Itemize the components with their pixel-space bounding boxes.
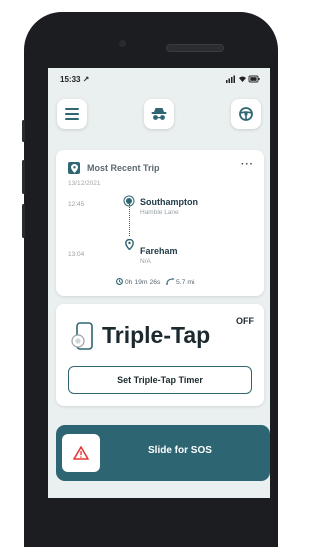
app-screen: 15:33 ↗ Most Recent Trip ··· 13/12/2021 … bbox=[48, 68, 270, 498]
distance-icon bbox=[166, 278, 174, 285]
status-icons bbox=[226, 75, 260, 85]
recent-trip-card[interactable]: Most Recent Trip ··· 13/12/2021 12:45 So… bbox=[56, 150, 264, 296]
triple-tap-card: Triple-Tap OFF Set Triple-Tap Timer bbox=[56, 304, 264, 406]
menu-button[interactable] bbox=[57, 99, 87, 129]
triple-tap-title: Triple-Tap bbox=[102, 322, 211, 348]
incognito-button[interactable] bbox=[144, 99, 174, 129]
sos-slider-handle[interactable] bbox=[62, 434, 100, 472]
phone-tap-icon bbox=[70, 322, 96, 357]
side-button bbox=[22, 120, 25, 142]
end-pin-icon bbox=[125, 237, 134, 255]
location-pin-icon bbox=[68, 162, 80, 174]
steering-wheel-icon bbox=[239, 107, 253, 121]
warning-icon bbox=[73, 446, 89, 460]
sos-slider[interactable]: Slide for SOS bbox=[56, 425, 270, 481]
end-time: 13:04 bbox=[68, 251, 85, 258]
trip-card-title: Most Recent Trip bbox=[87, 163, 160, 173]
trip-stats: 0h 19m 26s 5.7 mi bbox=[116, 278, 195, 286]
trip-date: 13/12/2021 bbox=[68, 180, 101, 187]
start-location-detail: Hamble Lane bbox=[140, 209, 179, 216]
status-time: 15:33 ↗ bbox=[60, 75, 90, 84]
sos-label: Slide for SOS bbox=[148, 445, 212, 456]
end-location-detail: N/A bbox=[140, 258, 151, 265]
route-connector bbox=[129, 204, 130, 236]
start-time: 12:45 bbox=[68, 201, 85, 208]
start-location: Southampton bbox=[140, 197, 198, 207]
end-location: Fareham bbox=[140, 246, 178, 256]
signal-wifi-battery-icon bbox=[226, 75, 260, 83]
front-camera bbox=[119, 40, 126, 47]
steering-wheel-button[interactable] bbox=[231, 99, 261, 129]
trip-duration: 0h 19m 26s bbox=[124, 279, 161, 286]
incognito-icon bbox=[151, 108, 167, 120]
status-bar: 15:33 ↗ bbox=[48, 68, 270, 92]
triple-tap-status[interactable]: OFF bbox=[236, 316, 254, 326]
more-options-icon[interactable]: ··· bbox=[241, 159, 254, 170]
set-timer-button[interactable]: Set Triple-Tap Timer bbox=[68, 366, 252, 394]
speaker-grille bbox=[166, 44, 224, 52]
trip-distance: 5.7 mi bbox=[175, 279, 195, 286]
clock-icon bbox=[116, 278, 123, 285]
side-button bbox=[22, 160, 25, 194]
side-button bbox=[22, 204, 25, 238]
menu-icon bbox=[65, 108, 79, 120]
